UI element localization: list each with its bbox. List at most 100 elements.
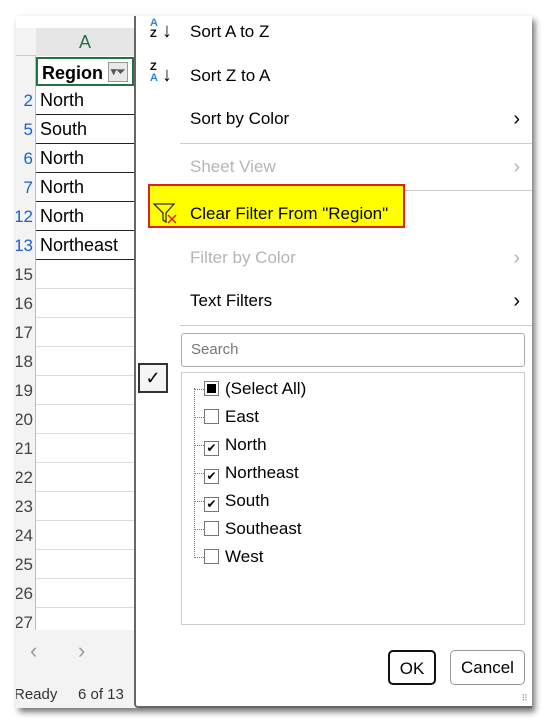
checkmark-icon[interactable]: ✓ <box>138 363 168 393</box>
cell[interactable]: North <box>36 86 134 115</box>
tree-line <box>194 501 204 502</box>
tree-line <box>194 529 204 530</box>
row-number[interactable]: 12 <box>16 202 33 231</box>
cell[interactable] <box>36 463 134 492</box>
menu-sort-by-color[interactable]: Sort by Color › <box>136 99 532 139</box>
sheet-nav: ‹ › <box>16 630 134 678</box>
cell[interactable]: North <box>36 173 134 202</box>
cell[interactable] <box>36 376 134 405</box>
spreadsheet: A 2567121315161718192021222324252627 Reg… <box>16 16 134 708</box>
filter-values-list: (Select All) East ✔ North ✔ Northeast ✔ South So… <box>181 372 525 625</box>
scroll-right-icon[interactable]: › <box>78 638 85 664</box>
filter-item-label: Northeast <box>225 463 299 482</box>
status-bar: Ready 6 of 13 <box>16 678 134 708</box>
row-number[interactable]: 7 <box>16 173 33 202</box>
cell[interactable] <box>36 289 134 318</box>
menu-clear-filter[interactable]: Clear Filter From "Region" <box>136 194 532 234</box>
checkbox-checked-icon[interactable]: ✔ <box>204 497 219 512</box>
divider <box>180 325 532 326</box>
cell[interactable] <box>36 492 134 521</box>
row-number[interactable]: 26 <box>16 579 33 608</box>
checkbox-checked-icon[interactable]: ✔ <box>204 441 219 456</box>
cell[interactable]: Northeast <box>36 231 134 260</box>
chevron-right-icon: › <box>513 108 520 130</box>
column-header-a[interactable]: A <box>36 28 134 56</box>
checkbox-partial-icon[interactable] <box>204 381 219 396</box>
menu-sort-a-to-z[interactable]: AZ ↓ Sort A to Z <box>136 16 532 52</box>
tree-line <box>194 417 204 418</box>
filter-dropdown-menu: AZ ↓ Sort A to Z ZA ↓ Sort Z to A Sort b… <box>134 16 532 708</box>
menu-text-filters[interactable]: Text Filters › <box>136 281 532 321</box>
row-number[interactable]: 21 <box>16 434 33 463</box>
row-number[interactable]: 16 <box>16 289 33 318</box>
filter-item-label: South <box>225 491 270 510</box>
scroll-left-icon[interactable]: ‹ <box>30 638 37 664</box>
row-number[interactable]: 25 <box>16 550 33 579</box>
filter-item[interactable]: East <box>204 403 259 431</box>
checkbox-icon[interactable] <box>204 521 219 536</box>
cell[interactable] <box>36 579 134 608</box>
menu-sheet-view: Sheet View › <box>136 147 532 187</box>
row-number[interactable]: 2 <box>16 86 33 115</box>
chevron-right-icon: › <box>513 290 520 312</box>
search-input[interactable]: Search <box>181 333 525 367</box>
filter-item[interactable]: ✔ Northeast <box>204 459 299 487</box>
filter-item-label: West <box>225 547 264 566</box>
menu-sort-z-to-a[interactable]: ZA ↓ Sort Z to A <box>136 56 532 96</box>
checkbox-icon[interactable] <box>204 409 219 424</box>
cancel-button[interactable]: Cancel <box>450 650 525 685</box>
row-number[interactable]: 6 <box>16 144 33 173</box>
ok-button[interactable]: OK <box>388 650 436 685</box>
cell[interactable] <box>36 347 134 376</box>
row-number[interactable]: 24 <box>16 521 33 550</box>
row-number[interactable]: 19 <box>16 376 33 405</box>
row-number[interactable]: 23 <box>16 492 33 521</box>
row-number[interactable]: 15 <box>16 260 33 289</box>
cell[interactable]: North <box>36 144 134 173</box>
cell[interactable] <box>36 405 134 434</box>
cell[interactable] <box>36 318 134 347</box>
checkbox-icon[interactable] <box>204 549 219 564</box>
divider <box>180 143 532 144</box>
resize-grip-icon[interactable]: ⠿ <box>521 693 528 704</box>
header-cell-label: Region <box>42 63 103 83</box>
filter-item-label: North <box>225 435 267 454</box>
row-number[interactable]: 22 <box>16 463 33 492</box>
tree-line <box>194 557 204 558</box>
filter-item[interactable]: (Select All) <box>204 375 306 403</box>
status-ready: Ready <box>16 686 58 703</box>
status-record-count: 6 of 13 <box>78 686 124 703</box>
filter-dropdown-icon[interactable]: ▾⏷ <box>108 62 128 82</box>
row-number[interactable]: 13 <box>16 231 33 260</box>
filter-item[interactable]: ✔ North <box>204 431 267 459</box>
cell[interactable] <box>36 521 134 550</box>
filter-item[interactable]: ✔ South <box>204 487 269 515</box>
arrow-down-icon: ↓ <box>162 64 172 86</box>
row-number[interactable]: 17 <box>16 318 33 347</box>
cell[interactable]: South <box>36 115 134 144</box>
arrow-down-icon: ↓ <box>162 20 172 42</box>
chevron-right-icon: › <box>513 247 520 269</box>
column-header-row: A <box>16 28 134 56</box>
cell[interactable]: North <box>36 202 134 231</box>
filter-item-label: East <box>225 407 260 426</box>
checkbox-checked-icon[interactable]: ✔ <box>204 469 219 484</box>
tree-line <box>194 388 204 556</box>
row-number[interactable]: 27 <box>16 608 33 630</box>
sort-az-icon: AZ <box>150 17 158 40</box>
tree-line <box>194 445 204 446</box>
row-number[interactable]: 18 <box>16 347 33 376</box>
filter-item[interactable]: West <box>204 543 263 571</box>
cell[interactable] <box>36 550 134 579</box>
row-number[interactable]: 20 <box>16 405 33 434</box>
filter-item[interactable]: Southeast <box>204 515 302 543</box>
filter-item-label: Southeast <box>225 519 302 538</box>
header-cell-region[interactable]: Region ▾⏷ <box>36 57 134 86</box>
cell[interactable] <box>36 434 134 463</box>
cell[interactable] <box>36 260 134 289</box>
clear-filter-icon <box>152 194 180 239</box>
row-headers: 2567121315161718192021222324252627 <box>16 56 36 630</box>
row-number[interactable]: 5 <box>16 115 33 144</box>
excel-window: A 2567121315161718192021222324252627 Reg… <box>16 16 532 708</box>
tree-line <box>194 473 204 474</box>
